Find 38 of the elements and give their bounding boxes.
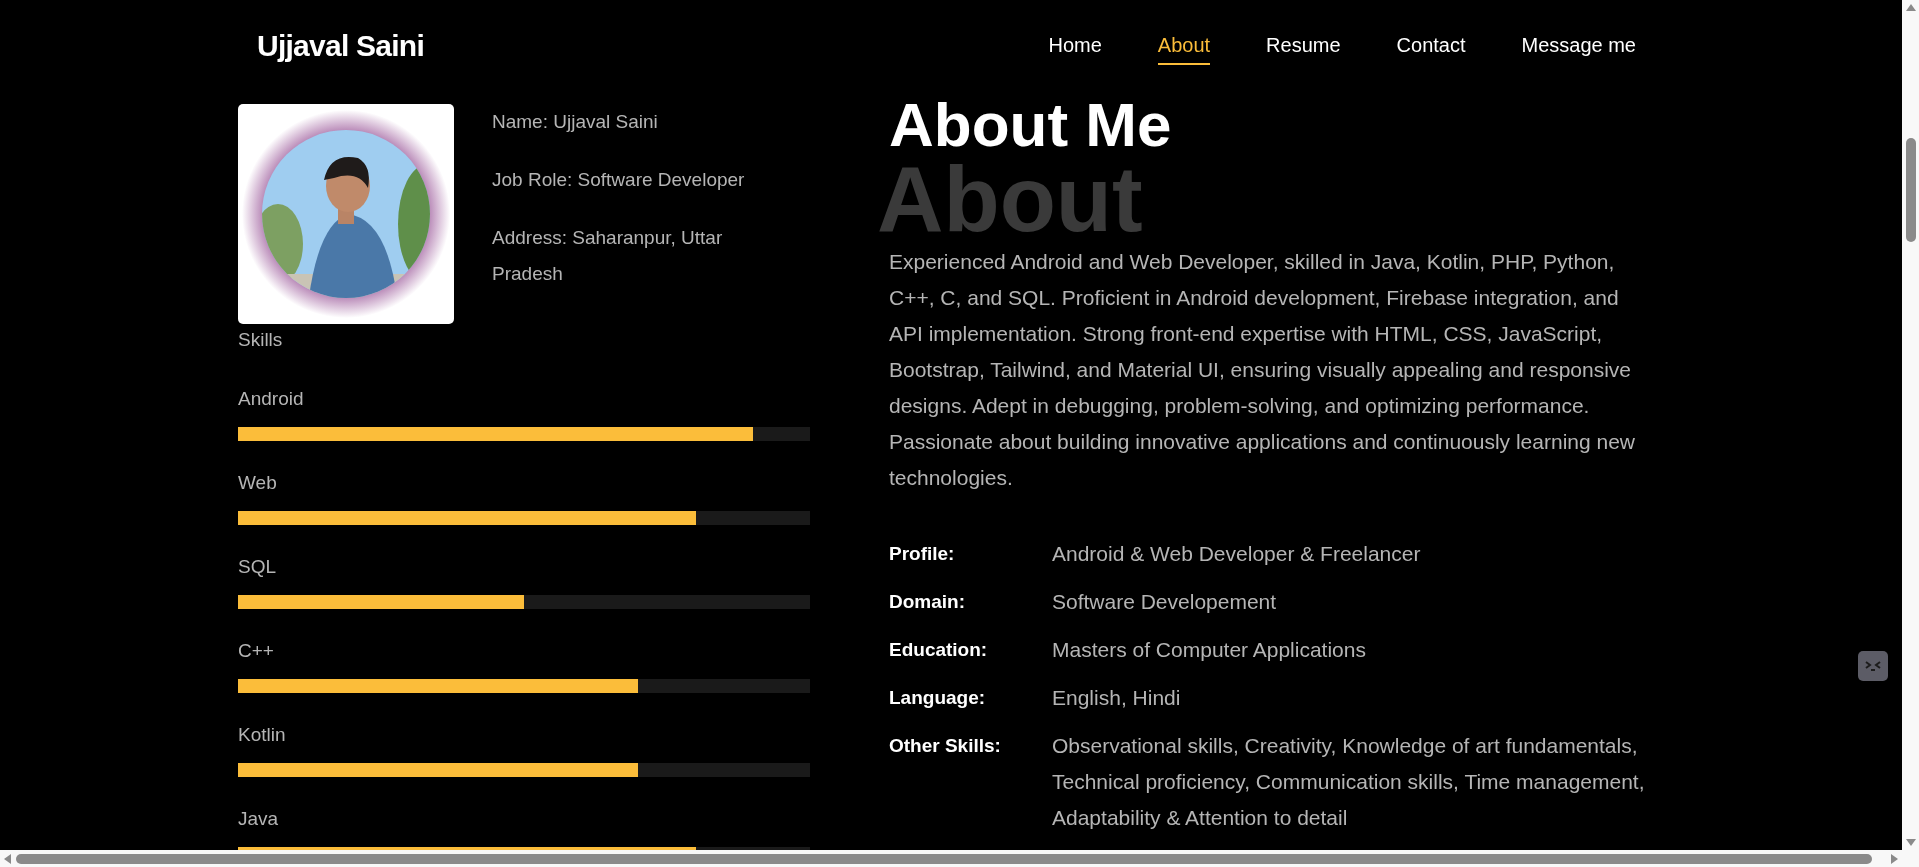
fact-value: English, Hindi <box>1052 685 1182 711</box>
scroll-left-icon[interactable] <box>4 853 12 864</box>
fact-value: Masters of Computer Applications <box>1052 637 1367 663</box>
horizontal-scrollbar[interactable] <box>0 850 1902 867</box>
skill-name: C++ <box>238 638 275 663</box>
scroll-up-icon[interactable] <box>1905 4 1916 12</box>
scroll-down-icon[interactable] <box>1905 838 1916 846</box>
skills-title: Skills <box>238 328 284 352</box>
fact-label: Language: <box>889 686 987 710</box>
vertical-scrollbar[interactable] <box>1902 0 1919 867</box>
nav-link[interactable]: Home <box>1048 30 1102 65</box>
nav-link[interactable]: Message me <box>1521 30 1636 65</box>
skill-name: Android <box>238 386 305 411</box>
nav-link[interactable]: Resume <box>1266 30 1341 65</box>
about-paragraph: Experienced Android and Web Developer, skilled in Java, Kotlin, PHP, Python, C++, C, and SQL. Proficient in Android development, Firebase integration, and API implementation. Strong front-end expertise with HTML, CSS, JavaScript, Bootstrap, Tailwind, and Material UI, ensuring visually appealing and responsive designs. Adept in debugging, problem-solving, and optimizing performance. Passionate about building innovative applications and continuously learning new technologies. <box>889 249 1636 491</box>
emoji-icon[interactable] <box>1858 651 1888 681</box>
profile-detail: Name: Ujjaval Saini <box>492 110 659 134</box>
profile-detail: Address: Saharanpur, Uttar Pradesh <box>492 226 724 286</box>
background-word: About <box>877 154 1143 244</box>
skill-name: Kotlin <box>238 722 287 747</box>
nav-link[interactable]: About <box>1157 30 1211 65</box>
skill-name: Java <box>238 806 280 831</box>
fact-label: Education: <box>889 638 989 662</box>
fact-label: Domain: <box>889 590 966 614</box>
fact-value: Software Developement <box>1052 589 1278 615</box>
profile-detail: Job Role: Software Developer <box>492 168 746 192</box>
fact-value: Android & Web Developer & Freelancer <box>1052 541 1422 567</box>
scroll-right-icon[interactable] <box>1890 853 1898 864</box>
fact-label: Other Skills: <box>889 734 1002 758</box>
scrollbar-thumb[interactable] <box>16 853 1872 864</box>
fact-label: Profile: <box>889 542 956 566</box>
site-logo[interactable]: Ujjaval Saini <box>257 22 424 68</box>
skill-name: SQL <box>238 554 278 579</box>
section-heading: About Me <box>889 96 1172 154</box>
nav-link[interactable]: Contact <box>1396 30 1466 65</box>
skill-name: Web <box>238 470 278 495</box>
fact-value: Observational skills, Creativity, Knowledge of art fundamentals, Technical proficiency, Communication skills, Time management, Adaptability & Attention to detail <box>1052 733 1646 831</box>
scrollbar-thumb[interactable] <box>1905 138 1916 242</box>
